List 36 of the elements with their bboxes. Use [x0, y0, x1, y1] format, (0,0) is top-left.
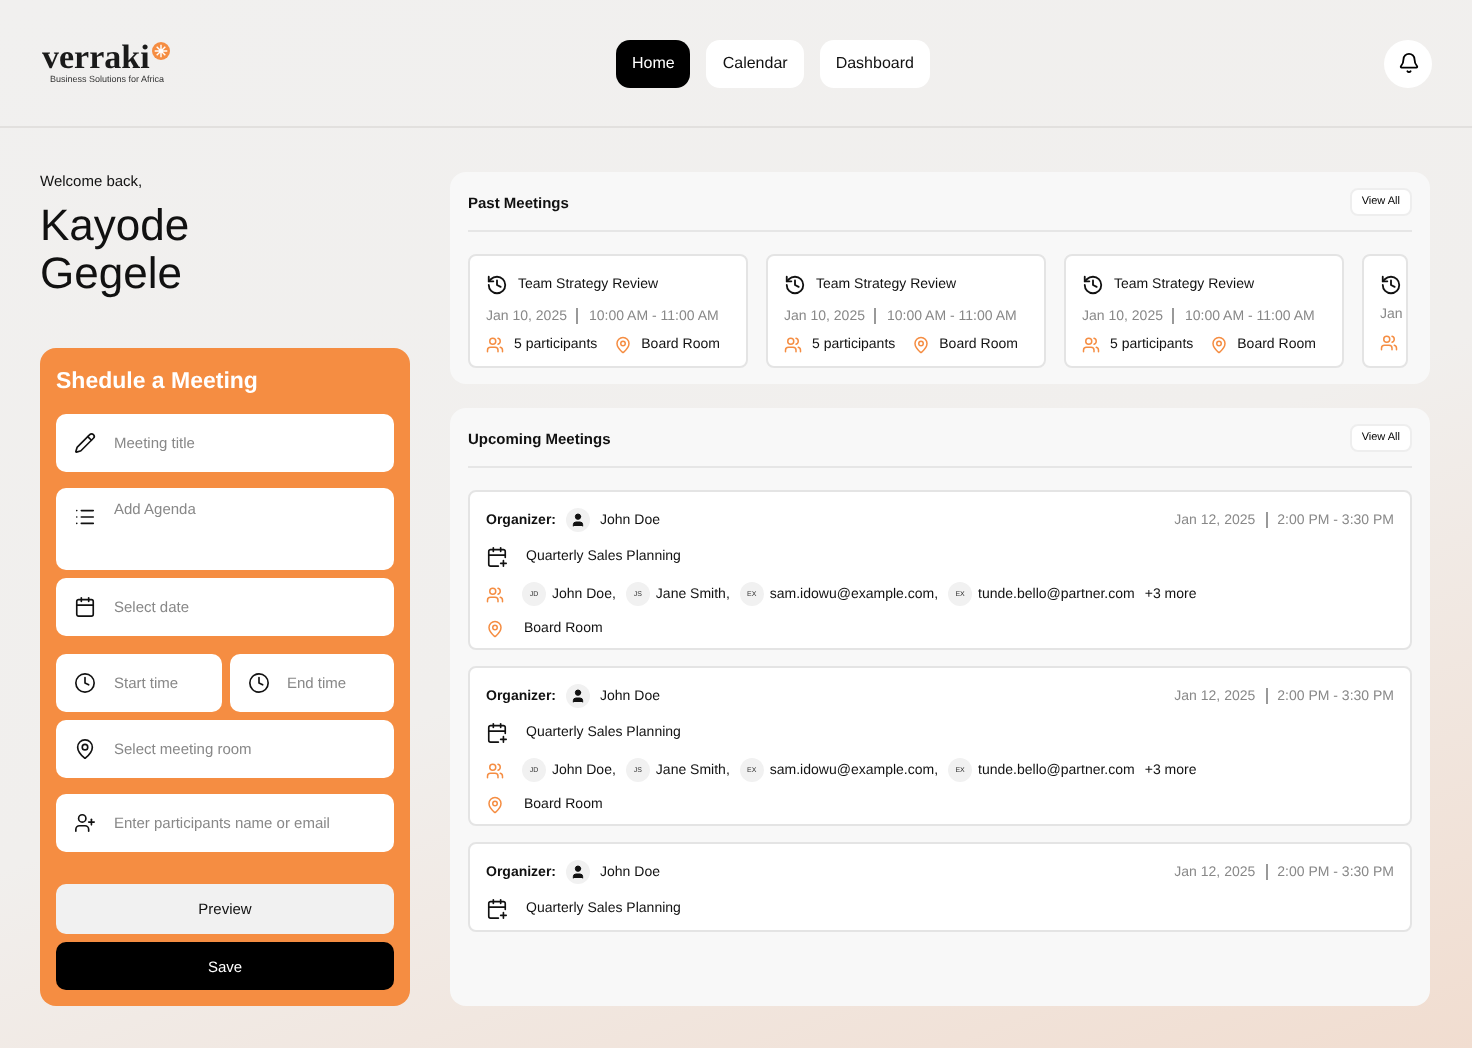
history-icon	[486, 274, 508, 296]
users-icon	[486, 585, 504, 603]
logo-wordmark: verraki	[42, 42, 150, 74]
calendar-plus-icon	[486, 722, 508, 744]
clock-icon	[247, 671, 269, 693]
history-icon	[784, 274, 806, 296]
clock-icon	[74, 671, 96, 693]
map-pin-icon	[1209, 336, 1228, 354]
pencil-icon	[74, 432, 96, 454]
person-icon	[566, 508, 591, 532]
logo-icon	[151, 42, 170, 60]
map-pin-icon	[486, 796, 504, 814]
history-icon	[1082, 274, 1104, 296]
person-icon	[566, 860, 591, 884]
calendar-icon	[74, 596, 96, 619]
user-plus-icon	[74, 811, 96, 834]
users-icon	[1380, 334, 1398, 352]
users-icon	[784, 336, 802, 354]
users-icon	[1082, 336, 1100, 354]
map-pin-icon	[486, 620, 504, 638]
calendar-plus-icon	[486, 546, 508, 568]
map-pin-icon	[613, 336, 632, 354]
nav-tab[interactable]: Home	[616, 39, 691, 87]
form-title: Shedule a Meeting	[56, 370, 260, 394]
calendar-plus-icon	[486, 898, 508, 920]
nav-tab[interactable]: Dashboard	[819, 39, 930, 87]
map-pin-icon	[911, 336, 930, 354]
users-icon	[486, 761, 504, 779]
nav-tab[interactable]: Calendar	[706, 39, 804, 87]
users-icon	[486, 336, 504, 354]
map-pin-icon	[74, 737, 96, 759]
notification-button[interactable]	[1384, 39, 1432, 87]
person-icon	[566, 684, 591, 708]
history-icon	[1380, 274, 1402, 296]
bell-icon	[1397, 52, 1419, 74]
user-name: Kayode Gegele	[40, 202, 192, 298]
